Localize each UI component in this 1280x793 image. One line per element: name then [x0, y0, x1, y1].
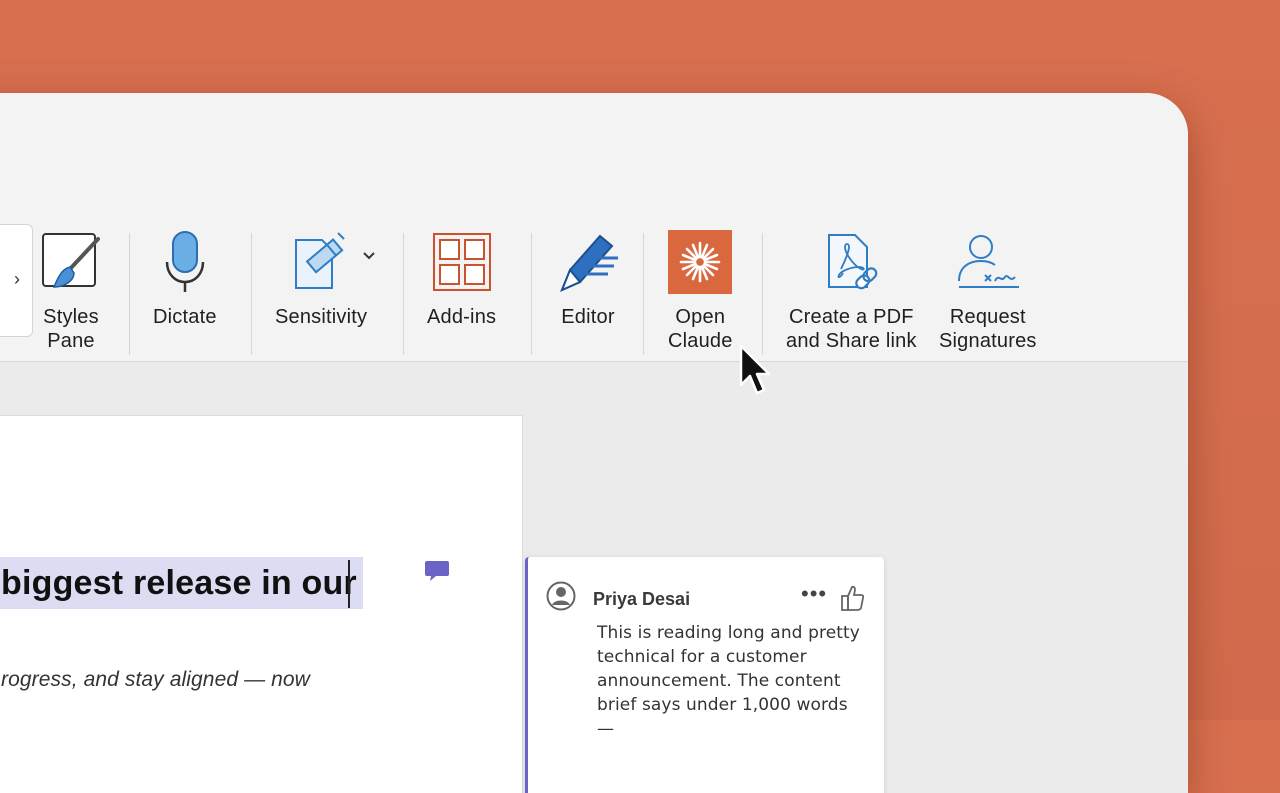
ribbon-separator [251, 233, 252, 355]
comment-text: This is reading long and pretty technica… [597, 623, 860, 739]
sensitivity-label: Sensitivity [275, 306, 368, 328]
gallery-scroll-arrow[interactable]: › [14, 269, 20, 290]
styles-pane-icon [40, 225, 102, 299]
create-pdf-label: Create a PDF and Share link [786, 306, 917, 352]
more-options-button[interactable]: ••• [801, 581, 827, 607]
signature-icon [955, 225, 1021, 299]
ribbon-separator [531, 233, 532, 355]
comment-author: Priya Desai [593, 589, 691, 609]
document-canvas: biggest release in our rogress, and stay… [0, 362, 1188, 793]
mouse-pointer-icon [738, 343, 774, 404]
ribbon-separator [403, 233, 404, 355]
create-pdf-share-button[interactable]: Create a PDF and Share link [786, 225, 917, 353]
avatar-icon [546, 581, 576, 616]
editor-label: Editor [561, 306, 615, 328]
claude-icon [668, 225, 733, 299]
comment-icon[interactable] [424, 559, 450, 588]
ribbon-toolbar: › Styles Pane Dictate Sensitivity Add-in… [0, 93, 1188, 362]
document-page[interactable]: biggest release in our rogress, and stay… [0, 415, 523, 793]
request-signatures-label: Request Signatures [939, 306, 1037, 352]
text-cursor [348, 560, 350, 608]
microphone-icon [163, 225, 207, 299]
comment-card[interactable]: Priya Desai ••• This is reading long and… [525, 557, 884, 793]
ribbon-separator [129, 233, 130, 355]
ribbon-separator [643, 233, 644, 355]
styles-pane-label: Styles Pane [43, 306, 99, 352]
styles-gallery[interactable]: › [0, 224, 33, 337]
dictate-label: Dictate [153, 306, 217, 328]
document-body-text: rogress, and stay aligned — now [1, 668, 310, 691]
add-ins-icon [432, 225, 492, 299]
editor-button[interactable]: Editor [556, 225, 620, 329]
sensitivity-button[interactable]: Sensitivity [275, 225, 375, 329]
pdf-link-icon [823, 225, 879, 299]
sensitivity-icon [292, 225, 375, 299]
add-ins-button[interactable]: Add-ins [427, 225, 496, 329]
word-window: › Styles Pane Dictate Sensitivity Add-in… [0, 93, 1188, 793]
request-signatures-button[interactable]: Request Signatures [939, 225, 1037, 353]
add-ins-label: Add-ins [427, 306, 497, 328]
chevron-down-icon[interactable] [362, 251, 376, 261]
open-claude-label: Open Claude [668, 306, 733, 352]
thumbs-up-icon[interactable] [840, 584, 866, 617]
styles-pane-button[interactable]: Styles Pane [40, 225, 102, 353]
open-claude-button[interactable]: Open Claude [668, 225, 733, 353]
ribbon-separator [762, 233, 763, 355]
dictate-button[interactable]: Dictate [153, 225, 217, 329]
editor-pen-icon [556, 225, 620, 299]
selected-heading-text[interactable]: biggest release in our [0, 557, 363, 609]
